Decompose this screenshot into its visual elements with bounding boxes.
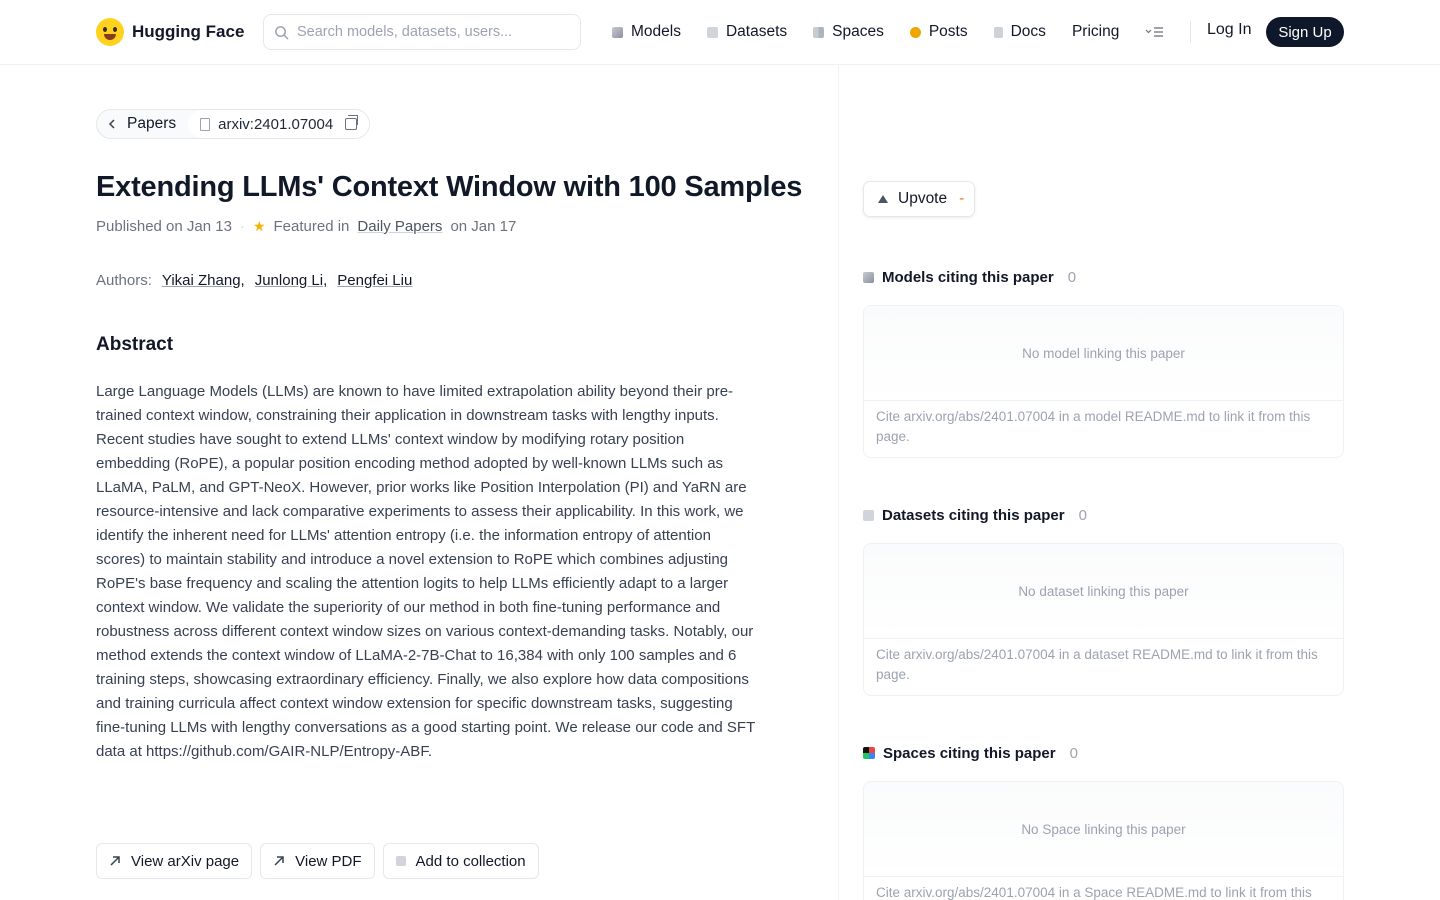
- hugging-face-logo-icon: [96, 18, 124, 46]
- author-link[interactable]: Junlong Li,: [255, 272, 328, 289]
- add-to-collection-label: Add to collection: [415, 852, 526, 870]
- datasets-icon: [863, 509, 874, 521]
- datasets-citing-section: Datasets citing this paper 0 No dataset …: [863, 505, 1344, 696]
- spaces-citing-box: No Space linking this paper Cite arxiv.o…: [863, 781, 1344, 900]
- authors-row: Authors: Yikai Zhang, Junlong Li, Pengfe…: [96, 272, 412, 289]
- posts-icon: [909, 26, 921, 38]
- author-link[interactable]: Pengfei Liu: [337, 272, 412, 289]
- back-to-papers[interactable]: Papers: [97, 110, 188, 138]
- spaces-citing-heading: Spaces citing this paper 0: [863, 743, 1344, 763]
- nav-pricing[interactable]: Pricing: [1072, 20, 1119, 44]
- external-link-icon: [110, 856, 120, 866]
- nav-more-menu[interactable]: [1145, 20, 1165, 44]
- spaces-citing-section: Spaces citing this paper 0 No Space link…: [863, 743, 1344, 900]
- nav-spaces[interactable]: Spaces: [813, 20, 884, 44]
- column-divider: [838, 65, 839, 900]
- datasets-empty-message: No dataset linking this paper: [864, 544, 1343, 639]
- models-empty-message: No model linking this paper: [864, 306, 1343, 401]
- featured-suffix: on Jan 17: [450, 218, 517, 235]
- models-icon: [612, 26, 623, 38]
- spaces-icon: [813, 26, 825, 38]
- view-arxiv-button[interactable]: View arXiv page: [96, 843, 253, 879]
- nav-posts[interactable]: Posts: [909, 20, 968, 44]
- search-box[interactable]: [263, 14, 581, 50]
- view-pdf-button[interactable]: View PDF: [260, 843, 375, 879]
- spaces-empty-message: No Space linking this paper: [864, 782, 1343, 877]
- paper-meta: Published on Jan 13 · ★ Featured in Dail…: [96, 218, 516, 235]
- breadcrumb: Papers arxiv:2401.07004: [96, 109, 371, 139]
- authors-label: Authors:: [96, 272, 152, 289]
- search-icon: [275, 25, 289, 39]
- upvote-count: -: [959, 190, 965, 207]
- page-title: Extending LLMs' Context Window with 100 …: [96, 171, 803, 203]
- author-link[interactable]: Yikai Zhang,: [162, 272, 245, 289]
- nav-datasets[interactable]: Datasets: [706, 20, 788, 44]
- paper-id: arxiv:2401.07004: [218, 115, 334, 133]
- models-citing-heading: Models citing this paper 0: [863, 267, 1344, 287]
- spaces-icon: [863, 747, 875, 759]
- featured-prefix: Featured in: [273, 218, 350, 235]
- meta-separator: ·: [239, 218, 245, 235]
- chevron-left-icon: [108, 119, 115, 129]
- models-icon: [863, 271, 874, 283]
- star-icon: ★: [252, 218, 266, 234]
- abstract-text: Large Language Models (LLMs) are known t…: [96, 383, 755, 760]
- nav-datasets-label: Datasets: [725, 23, 788, 40]
- abstract-heading: Abstract: [96, 334, 174, 355]
- main-nav: Models Datasets Spaces Posts Docs Pricin…: [612, 20, 1191, 44]
- brand-name: Hugging Face: [132, 22, 245, 41]
- nav-docs-label: Docs: [1010, 23, 1046, 40]
- header-divider: [1190, 21, 1191, 43]
- models-citing-box: No model linking this paper Cite arxiv.o…: [863, 305, 1344, 458]
- docs-icon: [993, 26, 1003, 38]
- nav-posts-label: Posts: [928, 23, 968, 40]
- nav-models-label: Models: [631, 23, 681, 40]
- models-citing-count: 0: [1067, 268, 1077, 286]
- models-cite-hint: Cite arxiv.org/abs/2401.07004 in a model…: [876, 409, 1311, 444]
- more-menu-icon: [1145, 27, 1164, 37]
- nav-pricing-label: Pricing: [1071, 23, 1120, 40]
- top-header: Hugging Face Models Datasets Spaces Post…: [0, 0, 1440, 65]
- datasets-citing-box: No dataset linking this paper Cite arxiv…: [863, 543, 1344, 696]
- published-date: Published on Jan 13: [96, 218, 232, 235]
- paper-id-chip: arxiv:2401.07004: [188, 110, 370, 138]
- add-to-collection-button[interactable]: Add to collection: [382, 843, 539, 879]
- models-citing-title: Models citing this paper: [882, 268, 1054, 286]
- upvote-label: Upvote: [898, 190, 948, 207]
- spaces-cite-hint: Cite arxiv.org/abs/2401.07004 in a Space…: [876, 885, 1312, 900]
- external-link-icon: [274, 856, 284, 866]
- models-citing-section: Models citing this paper 0 No model link…: [863, 267, 1344, 458]
- nav-models[interactable]: Models: [612, 20, 681, 44]
- search-input[interactable]: [297, 24, 557, 40]
- login-link[interactable]: Log In: [1207, 21, 1251, 39]
- document-icon: [200, 117, 211, 131]
- nav-spaces-label: Spaces: [832, 23, 884, 40]
- collection-icon: [395, 856, 406, 866]
- spaces-citing-title: Spaces citing this paper: [883, 744, 1056, 762]
- datasets-icon: [706, 26, 718, 38]
- view-pdf-label: View PDF: [295, 852, 362, 870]
- nav-docs[interactable]: Docs: [993, 20, 1046, 44]
- view-arxiv-label: View arXiv page: [131, 852, 240, 870]
- back-label: Papers: [127, 115, 177, 132]
- signup-button[interactable]: Sign Up: [1266, 17, 1344, 47]
- paper-actions: View arXiv page View PDF Add to collecti…: [96, 843, 539, 879]
- daily-papers-link[interactable]: Daily Papers: [357, 218, 442, 235]
- upvote-button[interactable]: Upvote -: [863, 181, 975, 217]
- datasets-citing-title: Datasets citing this paper: [882, 506, 1065, 524]
- datasets-cite-hint: Cite arxiv.org/abs/2401.07004 in a datas…: [876, 647, 1318, 682]
- spaces-citing-count: 0: [1069, 744, 1078, 762]
- copy-icon[interactable]: [345, 115, 359, 130]
- datasets-citing-heading: Datasets citing this paper 0: [863, 505, 1344, 525]
- upvote-arrow-icon: [878, 195, 888, 203]
- brand-logo[interactable]: Hugging Face: [96, 18, 244, 46]
- datasets-citing-count: 0: [1078, 506, 1087, 524]
